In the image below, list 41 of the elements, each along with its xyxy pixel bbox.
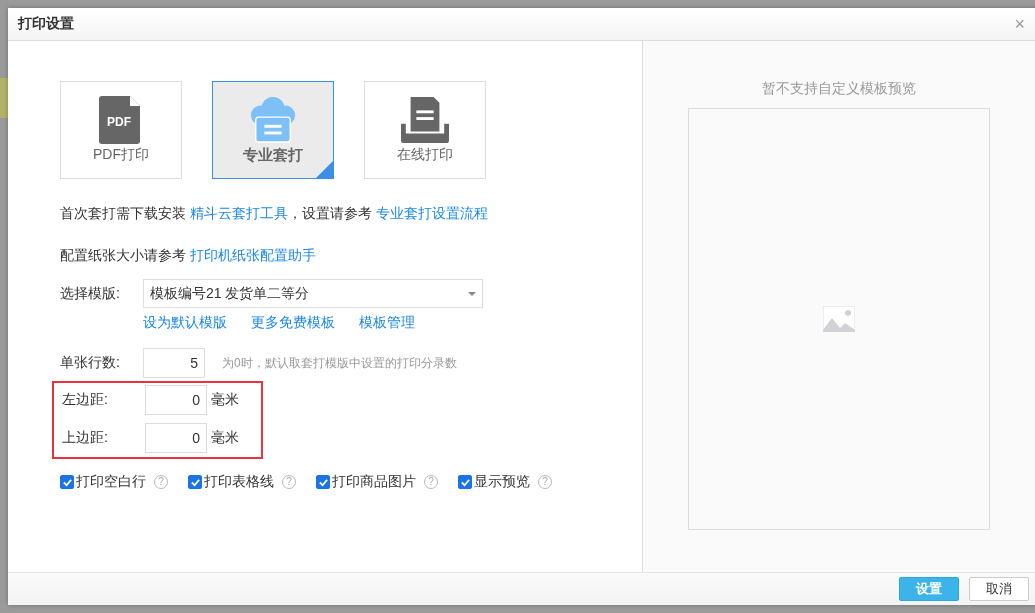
instruction-text: 首次套打需下载安装 精斗云套打工具，设置请参考 专业套打设置流程 [60,205,489,221]
input-field[interactable]: 0 [145,385,207,415]
image-placeholder-icon [823,306,855,332]
template-link[interactable]: 设为默认模版 [143,314,227,332]
selected-corner-icon [316,161,333,178]
help-link[interactable]: 精斗云套打工具 [189,205,288,221]
option-label: 显示预览 [474,473,530,491]
field-label: 左边距: [62,391,109,409]
input-field[interactable]: 5 [143,348,205,378]
hint-text: 为0时，默认取套打模版中设置的打印分录数 [222,354,457,372]
input-field[interactable]: 0 [145,423,207,453]
printer-icon [401,96,449,144]
cancel-button[interactable]: 取消 [969,577,1029,601]
unit-text: 毫米 [211,429,239,447]
preview-message: 暂不支持自定义模板预览 [762,80,916,98]
checkbox[interactable] [458,475,472,489]
help-link[interactable]: 打印机纸张配置助手 [189,247,316,263]
close-button[interactable]: × [1014,15,1025,33]
field-label: 单张行数: [60,354,121,372]
help-link[interactable]: 专业套打设置流程 [375,205,488,221]
background-band [0,78,8,118]
cloud-printer-icon [249,95,297,144]
checkbox[interactable] [316,475,330,489]
checkbox[interactable] [188,475,202,489]
option-label: 打印商品图片 [332,473,416,491]
unit-text: 毫米 [211,391,239,409]
template-select[interactable]: 模板编号21 发货单二等分 [143,279,483,308]
dialog-title: 打印设置 [18,15,74,33]
print-mode-tile[interactable]: PDF PDF打印 [60,81,182,179]
confirm-button[interactable]: 设置 [899,577,959,601]
template-link[interactable]: 更多免费模板 [251,314,335,332]
checkbox[interactable] [60,475,74,489]
option-label: 打印空白行 [76,473,146,491]
instruction-text: 配置纸张大小请参考 打印机纸张配置助手 [60,247,317,263]
template-link[interactable]: 模板管理 [359,314,415,332]
option-label: 打印表格线 [204,473,274,491]
field-label: 选择模版: [60,284,121,303]
print-mode-tile[interactable]: 专业套打 [212,81,334,179]
caret-icon [468,291,476,296]
print-mode-tile[interactable]: 在线打印 [364,81,486,179]
field-label: 上边距: [62,429,109,447]
